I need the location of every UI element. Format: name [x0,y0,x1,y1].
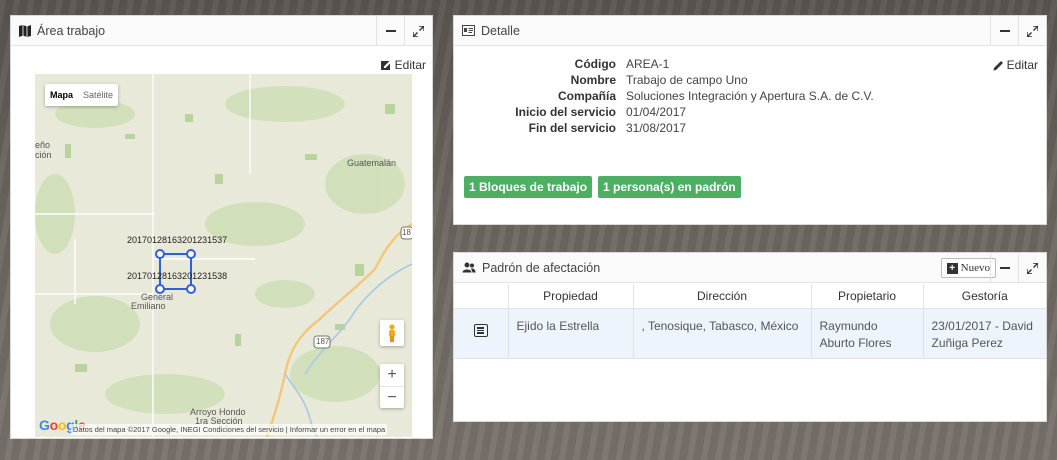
field-value-compania: Soluciones Integración y Apertura S.A. d… [626,89,874,103]
detail-fields: Código AREA-1 Nombre Trabajo de campo Un… [478,56,874,136]
detalle-panel: Detalle Editar Código AREA-1 Nombre Trab… [453,15,1047,225]
edit-icon [380,60,392,70]
minimize-button[interactable] [376,16,404,46]
minimize-button[interactable] [990,253,1018,283]
edit-area-link[interactable]: Editar [380,58,426,72]
panel-header: Área trabajo [11,16,432,46]
work-blocks-badge[interactable]: 1 Bloques de trabajo [464,176,593,198]
edit-label: Editar [1006,58,1038,72]
expand-icon [413,25,424,37]
minus-icon [999,267,1010,269]
padron-panel: Padrón de afectación + Nuevo Propiedad D… [453,252,1047,422]
minus-icon [999,30,1010,32]
edit-detail-link[interactable]: Editar [993,58,1038,72]
table-header-row: Propiedad Dirección Propietario Gestoría [454,284,1046,309]
road-label: 187 [316,337,330,346]
expand-button[interactable] [404,16,432,46]
panel-header: Detalle [454,16,1046,46]
pencil-icon [993,60,1003,70]
minimize-button[interactable] [990,16,1018,46]
area-trabajo-panel: Área trabajo Editar Mapa Satélite eño ci… [10,15,433,439]
map-canvas[interactable]: Mapa Satélite eño ción Guatemalán Genera… [35,74,412,437]
zoom-in-button[interactable]: + [380,364,404,386]
minus-icon [385,30,396,32]
padron-table: Propiedad Dirección Propietario Gestoría… [454,284,1046,398]
map-icon [19,24,31,37]
field-key-compania: Compañía [557,89,616,103]
cell-propietario: Raymundo Aburto Flores [810,308,923,358]
users-icon [462,262,476,273]
road-label: 18 [402,228,411,237]
field-key-inicio: Inicio del servicio [515,105,616,119]
map-terrain [35,74,412,437]
expand-button[interactable] [1018,253,1046,283]
map-footer[interactable]: Datos del mapa ©2017 Google, INEGI Condi… [71,424,388,435]
field-value-fin: 31/08/2017 [626,121,687,135]
map-type-map[interactable]: Mapa [45,84,78,106]
place-label: ción [35,150,52,160]
plus-icon: + [946,262,958,274]
cell-direccion: , Tenosique, Tabasco, México [632,308,811,358]
field-key-codigo: Código [574,57,616,71]
field-key-nombre: Nombre [570,73,616,87]
panel-title: Área trabajo [37,23,106,38]
map-type-control[interactable]: Mapa Satélite [45,84,119,106]
summary-badges: 1 Bloques de trabajo 1 persona(s) en pad… [464,176,741,198]
field-key-fin: Fin del servicio [528,121,616,135]
pegman-icon [389,324,395,342]
row-action-cell [454,308,508,358]
view-record-icon[interactable] [473,323,488,337]
cell-gestoria: 23/01/2017 - David Zuñiga Perez [922,308,1046,358]
expand-button[interactable] [1018,16,1046,46]
column-header: Propiedad [507,284,633,309]
field-value-inicio: 01/04/2017 [626,105,687,119]
place-label: Emiliano [131,301,166,311]
id-card-icon [462,25,475,36]
panel-title: Padrón de afectación [482,260,601,275]
zoom-out-button[interactable]: − [380,386,404,408]
place-label: Guatemalán [347,158,397,168]
field-value-nombre: Trabajo de campo Uno [626,73,748,87]
new-record-button[interactable]: + Nuevo [940,258,996,278]
edit-label: Editar [394,58,426,72]
map-type-satellite[interactable]: Satélite [78,84,118,106]
column-header: Propietario [810,284,923,309]
table-row[interactable]: Ejido la Estrella , Tenosique, Tabasco, … [454,308,1046,358]
column-header [454,284,508,309]
point-label: 20170128163201231537 [127,235,228,245]
column-header: Dirección [632,284,811,309]
table-empty-row [454,357,1046,398]
street-view-pegman[interactable] [380,320,404,346]
place-label: eño [35,140,51,150]
registry-persons-badge[interactable]: 1 persona(s) en padrón [598,176,741,198]
column-header: Gestoría [922,284,1046,309]
panel-title: Detalle [481,23,520,38]
point-label: 20170128163201231538 [127,271,228,281]
expand-icon [1027,25,1038,37]
cell-propiedad: Ejido la Estrella [507,308,633,358]
field-value-codigo: AREA-1 [626,57,670,71]
new-label: Nuevo [960,262,990,274]
zoom-control: + − [380,364,404,408]
expand-icon [1027,262,1038,274]
panel-header: Padrón de afectación + Nuevo [454,253,1046,283]
